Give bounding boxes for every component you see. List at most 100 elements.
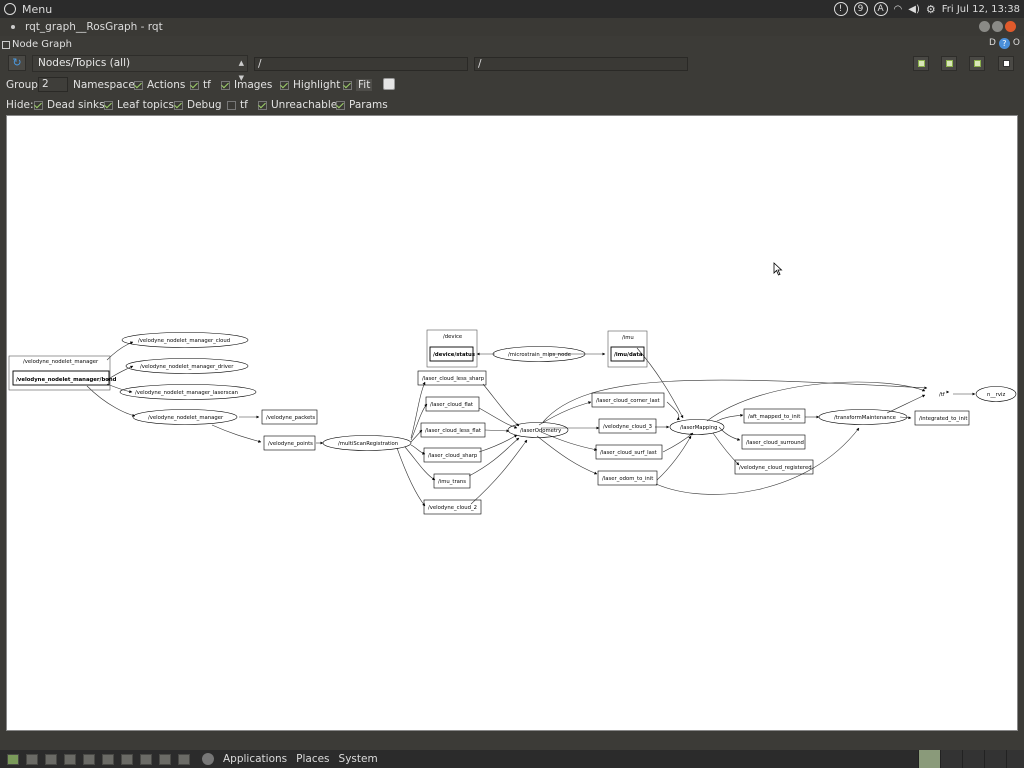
topic-velodyne-points-label: /velodyne_points	[268, 441, 313, 447]
menu-label: Menu	[22, 2, 53, 16]
minimize-button[interactable]	[979, 21, 990, 32]
node-multiscan-registration-label: /multiScanRegistration	[338, 441, 398, 447]
alert-badge-icon[interactable]: !	[833, 2, 848, 16]
tf-group-check-icon	[190, 80, 199, 90]
window-button-1-icon[interactable]	[45, 753, 57, 765]
applications-menu[interactable]: Applications	[223, 753, 287, 765]
menu-button[interactable]: Menu	[0, 3, 52, 16]
unreachable-check-icon	[258, 100, 267, 110]
save-image-button[interactable]	[998, 56, 1014, 71]
actions-checkbox[interactable]: Actions	[134, 79, 185, 91]
workspace-1[interactable]	[918, 750, 940, 768]
graph-mode-select[interactable]: Nodes/Topics (all) ▲ ▼	[32, 55, 248, 82]
fit-check-icon	[343, 80, 352, 90]
dock-controls: D ? O	[989, 38, 1020, 49]
node-rviz-label: n__rviz	[987, 392, 1005, 398]
load-dot-button[interactable]	[913, 56, 929, 71]
workspace-switcher	[918, 750, 1024, 768]
highlight-checkbox[interactable]: Highlight	[280, 79, 340, 91]
tf-group-checkbox[interactable]: tf	[190, 79, 211, 91]
topic-laser-cloud-less-flat-label: /laser_cloud_less_flat	[425, 428, 481, 434]
window-button-3-icon[interactable]	[83, 753, 95, 765]
window-titlebar: rqt_graph__RosGraph - rqt	[0, 18, 1024, 36]
node-velodyne-laserscan-label: /velodyne_nodelet_manager_laserscan	[135, 390, 238, 396]
keyboard-layout-icon[interactable]: A	[873, 2, 888, 16]
workspace-2[interactable]	[940, 750, 962, 768]
velodyne-manager-bond-topic[interactable]: /velodyne_nodelet_manager/bond	[16, 377, 117, 383]
window-button-7-icon[interactable]	[159, 753, 171, 765]
close-button[interactable]	[1005, 21, 1016, 32]
unreachable-checkbox[interactable]: Unreachable	[258, 99, 337, 111]
images-checkbox[interactable]: Images	[221, 79, 272, 91]
tf-group-label: tf	[203, 79, 211, 91]
dock-detach-button[interactable]: D	[989, 38, 996, 49]
mouse-cursor-icon	[773, 262, 783, 276]
wifi-icon[interactable]: ◠	[894, 4, 903, 15]
group-depth-spinbox[interactable]: 2	[38, 77, 68, 92]
count-badge-icon[interactable]: 9	[853, 2, 868, 16]
workspace-3[interactable]	[962, 750, 984, 768]
topic-laser-odom-to-init-label: /laser_odom_to_init	[602, 476, 653, 482]
namespaces-checkbox[interactable]: Namespaces	[73, 79, 140, 91]
params-checkbox[interactable]: Params	[336, 99, 388, 111]
node-velodyne-nodelet-manager-label: /velodyne_nodelet_manager	[148, 415, 224, 421]
dead-sinks-checkbox[interactable]: Dead sinks	[34, 99, 105, 111]
topic-laser-cloud-sharp-label: /laser_cloud_sharp	[428, 453, 478, 459]
velodyne-manager-group[interactable]: /velodyne_nodelet_manager /velodyne_node…	[8, 355, 117, 391]
help-icon[interactable]: ?	[998, 38, 1010, 49]
group-depth-value: 2	[42, 78, 49, 90]
node-laser-odometry-label: /laserOdometry	[520, 428, 561, 434]
topic-velodyne-cloud-3-label: /velodyne_cloud_3	[603, 424, 652, 430]
volume-icon[interactable]: ◀)	[908, 4, 920, 15]
workspace-4[interactable]	[984, 750, 1006, 768]
topic-laser-cloud-corner-last-label: /laser_cloud_corner_last	[596, 398, 660, 404]
file-manager-icon[interactable]	[26, 753, 38, 765]
params-check-icon	[336, 100, 345, 110]
tf-hide-checkbox[interactable]: tf	[227, 99, 248, 111]
imu-group-label: /imu	[622, 335, 634, 341]
window-button-2-icon[interactable]	[64, 753, 76, 765]
node-graph-icon	[2, 40, 10, 49]
topic-tf-label[interactable]: /tf	[939, 392, 945, 398]
ros-graph[interactable]: /velodyne_nodelet_manager /velodyne_node…	[7, 116, 1018, 731]
save-dot-button[interactable]	[941, 56, 957, 71]
show-desktop-icon[interactable]	[7, 753, 19, 765]
fit-label: Fit	[356, 79, 373, 91]
node-laser-mapping-label: /laserMapping	[680, 425, 717, 431]
places-menu[interactable]: Places	[296, 753, 329, 765]
clock[interactable]: Fri Jul 12, 13:38	[942, 4, 1020, 15]
window-button-8-icon[interactable]	[178, 753, 190, 765]
window-button-4-icon[interactable]	[102, 753, 114, 765]
settings-gear-icon[interactable]: ⚙	[926, 3, 936, 16]
save-svg-button[interactable]	[969, 56, 985, 71]
main-menu: Applications Places System	[202, 753, 378, 765]
topic-velodyne-packets-label: /velodyne_packets	[266, 415, 315, 421]
tf-hide-check-icon	[227, 100, 236, 110]
graph-canvas[interactable]: /velodyne_nodelet_manager /velodyne_node…	[6, 115, 1018, 731]
maximize-button[interactable]	[992, 21, 1003, 32]
node-filter-input[interactable]: /	[254, 57, 468, 71]
dock-options-button[interactable]: O	[1013, 38, 1020, 49]
window-controls	[979, 21, 1016, 32]
top-panel: Menu ! 9 A ◠ ◀) ⚙ Fri Jul 12, 13:38	[0, 0, 1024, 18]
leaf-topics-checkbox[interactable]: Leaf topics	[104, 99, 174, 111]
window-button-6-icon[interactable]	[140, 753, 152, 765]
leaf-topics-check-icon	[104, 100, 113, 110]
window-button-5-icon[interactable]	[121, 753, 133, 765]
graph-toolbar: ↻ Nodes/Topics (all) ▲ ▼ / /	[0, 54, 1024, 82]
system-menu[interactable]: System	[339, 753, 378, 765]
topic-laser-cloud-less-sharp-label: /laser_cloud_less_sharp	[422, 376, 485, 382]
graph-topic-boxes: /velodyne_packets /velodyne_points /devi…	[261, 329, 970, 515]
topic-velodyne-cloud-registered-label: /velodyne_cloud_registered	[739, 465, 812, 471]
debug-checkbox[interactable]: Debug	[174, 99, 222, 111]
fit-checkbox[interactable]: Fit	[343, 79, 373, 91]
trash-icon[interactable]	[1006, 750, 1024, 768]
refresh-button[interactable]: ↻	[8, 55, 26, 71]
topic-imu-data-label: /imu/data	[614, 352, 643, 358]
save-svg-icon	[974, 60, 981, 67]
window-menu-icon[interactable]	[11, 25, 15, 29]
fit-in-view-button[interactable]	[383, 78, 395, 90]
topic-laser-cloud-surf-last-label: /laser_cloud_surf_last	[600, 450, 657, 456]
topic-filter-input[interactable]: /	[474, 57, 688, 71]
refresh-icon: ↻	[12, 56, 22, 69]
